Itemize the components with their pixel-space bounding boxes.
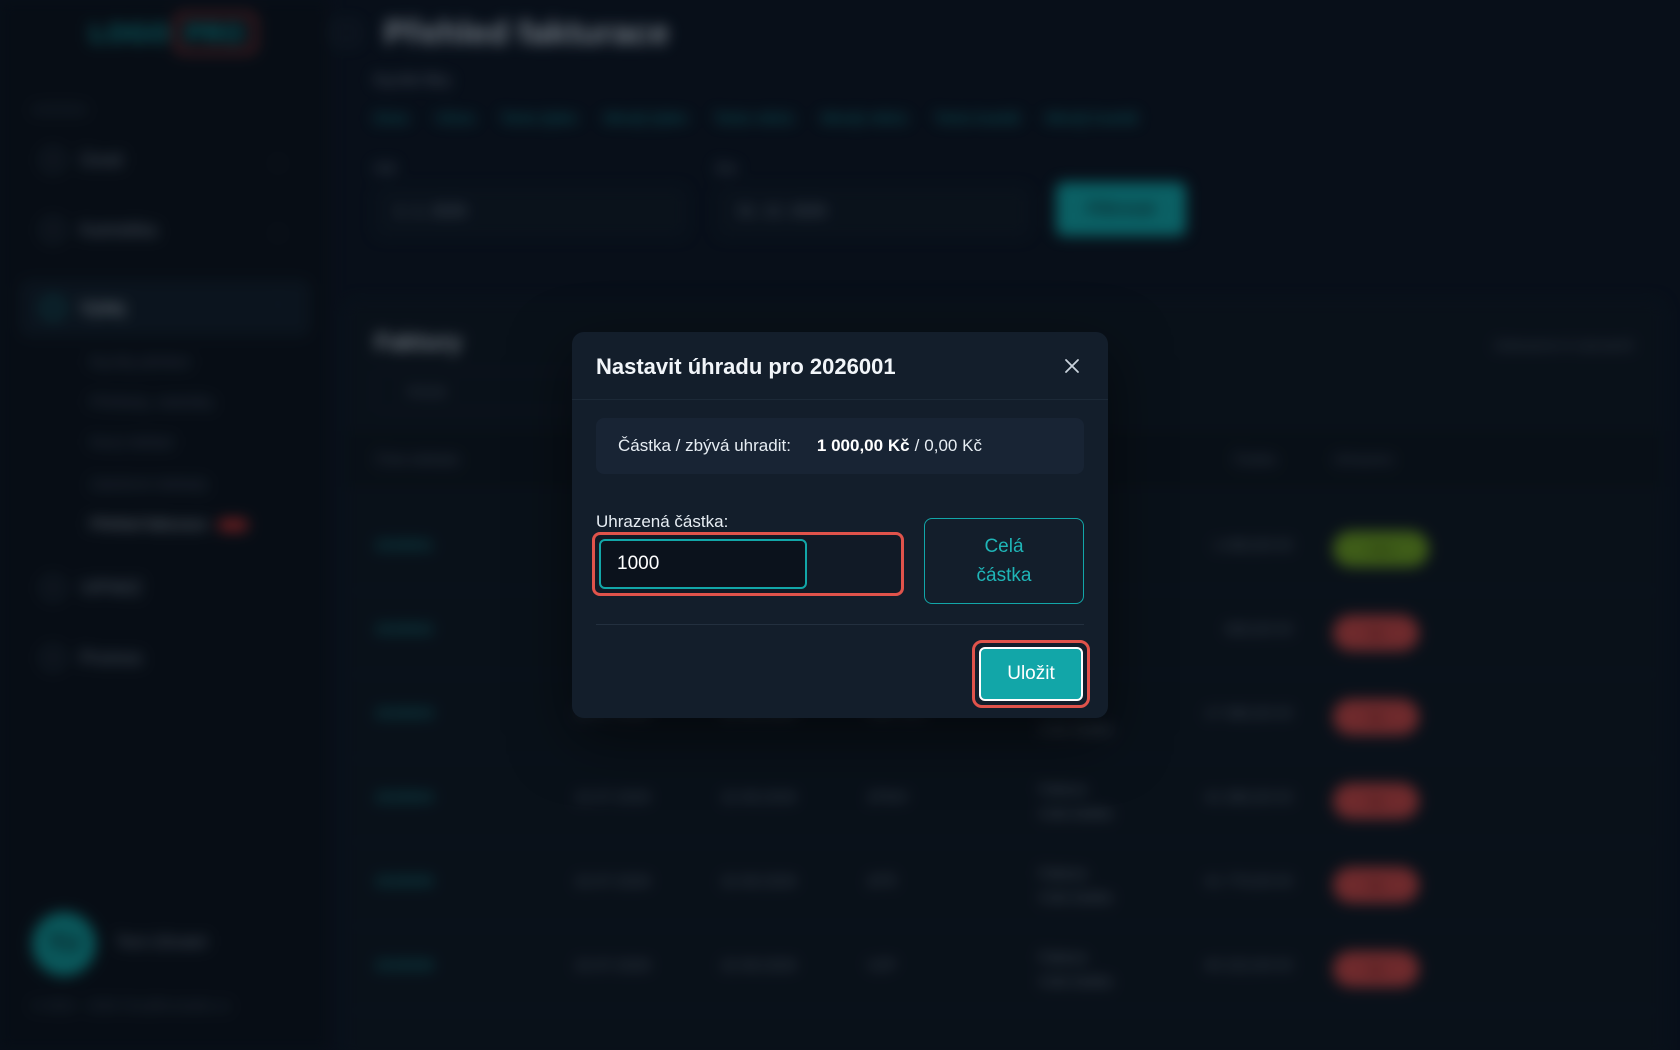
save-button-highlight: Uložit: [972, 640, 1090, 708]
dialog-title: Nastavit úhradu pro 2026001: [596, 354, 896, 379]
summary-remaining: 0,00 Kč: [924, 436, 982, 455]
full-amount-button[interactable]: Celá částka: [924, 518, 1084, 604]
summary-separator: /: [914, 436, 920, 455]
paid-amount-input[interactable]: [599, 539, 807, 589]
divider: [596, 624, 1084, 625]
summary-amount: 1 000,00 Kč: [816, 436, 910, 455]
close-icon: [1065, 359, 1079, 373]
paid-amount-label: Uhrazená částka:: [596, 512, 729, 531]
close-button[interactable]: [1060, 354, 1084, 378]
dialog-header: Nastavit úhradu pro 2026001: [572, 332, 1108, 400]
save-button[interactable]: Uložit: [979, 647, 1083, 701]
amount-summary: Částka / zbývá uhradit: 1 000,00 Kč / 0,…: [596, 418, 1084, 474]
summary-label: Částka / zbývá uhradit:: [618, 436, 791, 455]
payment-dialog: Nastavit úhradu pro 2026001 Částka / zbý…: [572, 332, 1108, 718]
paid-amount-highlight: [592, 532, 904, 596]
